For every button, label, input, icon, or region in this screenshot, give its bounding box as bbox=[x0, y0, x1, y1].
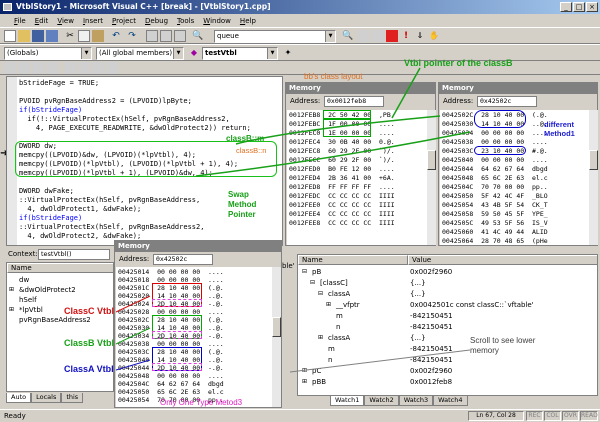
status-rec: REC bbox=[526, 411, 543, 421]
cursor-position: Ln 67, Col 28 bbox=[468, 411, 524, 421]
arrow-classb bbox=[115, 327, 151, 345]
arrow-scroll-note bbox=[289, 349, 471, 373]
annotation-arrows bbox=[115, 67, 471, 373]
arrow-swap bbox=[195, 131, 471, 177]
status-bar: Ready Ln 67, Col 28 REC COL OVR READ bbox=[0, 409, 600, 421]
status-ovr: OVR bbox=[562, 411, 579, 421]
arrow-classb-m bbox=[235, 115, 441, 145]
arrow-classc bbox=[115, 295, 151, 313]
status-text: Ready bbox=[4, 412, 26, 420]
status-col: COL bbox=[544, 411, 561, 421]
arrow-vtbl-pointer bbox=[391, 67, 421, 119]
arrow-classa bbox=[115, 359, 151, 371]
status-read: READ bbox=[580, 411, 598, 421]
